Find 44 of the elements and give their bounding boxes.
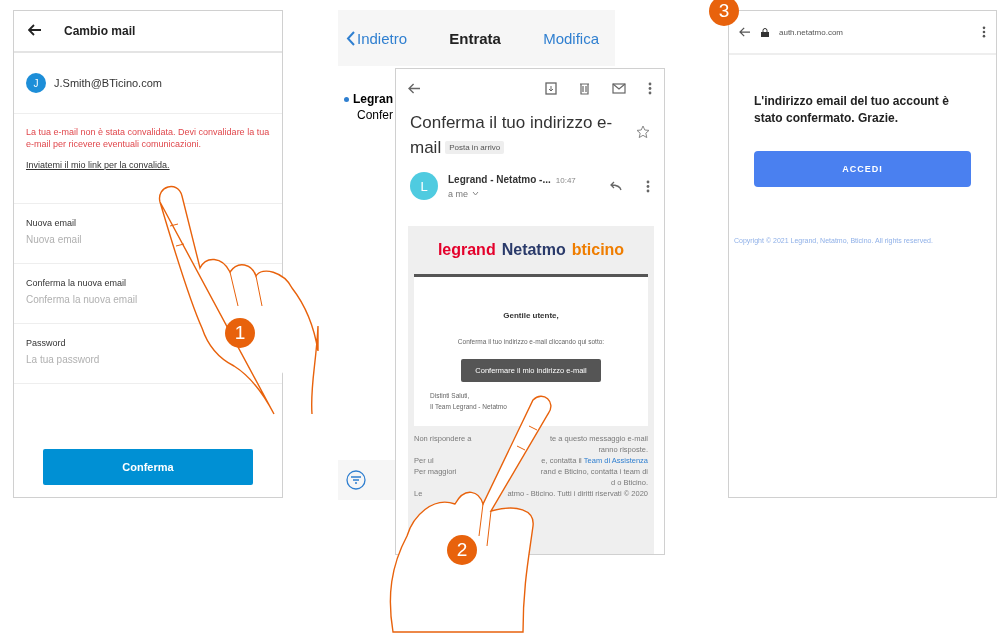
mail-subject: Conferma il tuo indirizzo e-mail Posta in arrivo — [410, 112, 614, 159]
input-field[interactable]: La tua password — [26, 354, 100, 365]
field-label: Password — [26, 338, 67, 348]
mail-time: 10:47 — [555, 175, 576, 185]
back-icon[interactable] — [739, 27, 751, 37]
mail-sender[interactable]: Legran — [353, 92, 393, 106]
screen-title: Cambio mail — [64, 24, 136, 38]
input-field[interactable]: Conferma la nuova email — [26, 294, 138, 305]
input-field[interactable]: Nuova email — [26, 234, 82, 245]
account-avatar: J — [26, 73, 46, 93]
archive-icon[interactable] — [545, 81, 557, 95]
inbox-label: Posta in arrivo — [445, 141, 505, 155]
sender-avatar: L — [410, 172, 438, 201]
greeting-text: Gentile utente, — [503, 311, 559, 321]
field-label: Nuova email — [26, 218, 78, 228]
reply-icon[interactable] — [609, 181, 622, 192]
mail-icon[interactable] — [612, 82, 626, 94]
more-icon[interactable] — [646, 179, 650, 193]
field-label: Conferma la nuova email — [26, 278, 128, 288]
confirm-button[interactable]: Conferma — [43, 449, 253, 485]
star-icon[interactable] — [636, 125, 650, 139]
login-button[interactable]: ACCEDI — [754, 150, 971, 187]
url-text: auth.netatmo.com — [779, 27, 845, 37]
recipient-text: a me — [448, 188, 468, 199]
back-link[interactable]: Indietro — [346, 29, 408, 47]
brand-logo: bticino — [571, 241, 625, 260]
mailbox-title: Entrata — [449, 29, 501, 47]
chevron-icon — [346, 30, 355, 46]
trash-icon[interactable] — [579, 81, 590, 95]
edit-link[interactable]: Modifica — [543, 29, 599, 47]
warning-text: La tua e-mail non è stata convalidata. Devi convalidare la tua e-mail per ricevere eventuali comunicazioni. — [26, 126, 270, 151]
unread-dot — [344, 96, 349, 102]
confirmation-message: L'indirizzo email del tuo account è stato confermato. Grazie. — [754, 93, 950, 127]
caret-icon[interactable] — [472, 191, 479, 197]
validation-link[interactable]: Inviatemi il mio link per la convalida. — [26, 160, 270, 171]
lock-icon — [761, 27, 769, 37]
account-email: J.Smith@BTicino.com — [54, 77, 162, 89]
brand-logo: Netatmo — [501, 241, 566, 260]
more-icon[interactable] — [982, 26, 986, 38]
filter-icon[interactable] — [346, 470, 366, 490]
step-badge: 3 — [709, 0, 739, 26]
more-icon[interactable] — [648, 81, 652, 95]
sender-name: Legrand - Netatmo -... — [448, 173, 551, 185]
brand-logo: legrand — [437, 241, 496, 260]
